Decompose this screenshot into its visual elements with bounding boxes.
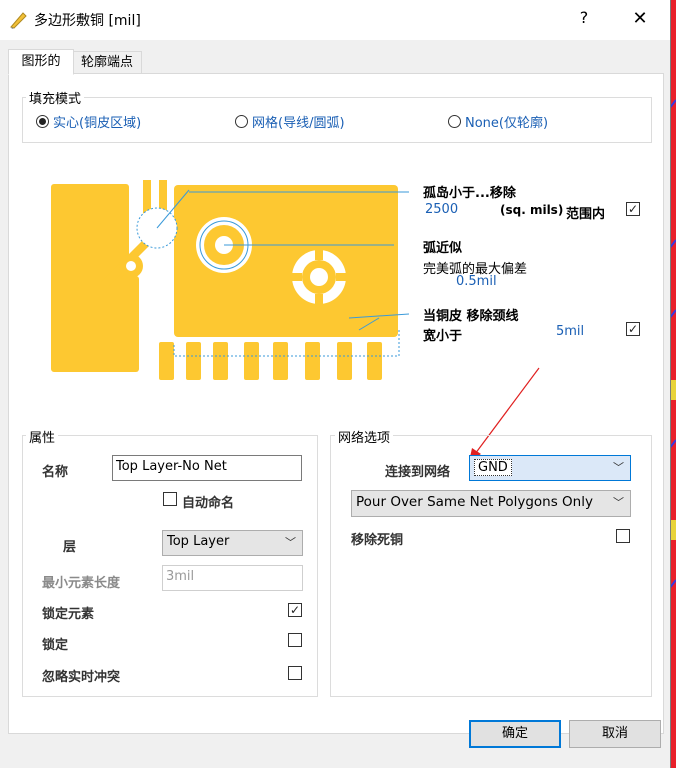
fill-mode-label: 填充模式 [26,88,85,107]
title-bar: 多边形敷铜 [mil] ? ✕ [0,0,670,40]
island-remove-checkbox[interactable]: ✓ [626,202,640,216]
radio-indicator [448,115,461,128]
fill-mode-none-radio[interactable]: None(仅轮廓) [448,112,548,131]
window-title: 多边形敷铜 [mil] [34,13,141,29]
polygon-pour-icon [10,12,27,29]
polygon-pour-dialog: 多边形敷铜 [mil] ? ✕ 图形的 轮廓端点 填充模式 实心(铜皮区域) 网… [0,0,670,768]
fill-mode-hatched-label: 网格(导线/圆弧) [252,116,345,131]
neck-width-label: 宽小于 [423,329,463,344]
neck-remove-checkbox[interactable]: ✓ [626,322,640,336]
tab-outline-vertices[interactable]: 轮廓端点 [72,51,142,75]
neck-width-value[interactable]: 5mil [556,324,584,339]
auto-name-label: 自动命名 [182,496,235,511]
chevron-down-icon: ﹀ [613,496,624,509]
chevron-down-icon: ﹀ [613,461,624,474]
properties-label: 属性 [26,427,59,446]
remove-dead-copper-label: 移除死铜 [351,533,404,548]
arc-approx-value[interactable]: 0.5mil [456,274,497,289]
ok-button[interactable]: 确定 [469,720,561,748]
fill-mode-none-label: None(仅轮廓) [465,116,549,131]
remove-dead-copper-checkbox[interactable] [616,529,630,543]
min-length-input[interactable]: 3mil [162,565,303,591]
island-area-unit: (sq. mils) [500,203,564,217]
tab-graphical[interactable]: 图形的 [8,49,74,75]
lock-primitives-checkbox[interactable]: ✓ [288,603,302,617]
connect-to-net-select[interactable]: GND ﹀ [469,455,631,481]
connect-to-net-value: GND [474,459,512,476]
help-button[interactable]: ? [574,8,594,30]
min-length-label: 最小元素长度 [42,576,121,591]
pour-over-select[interactable]: Pour Over Same Net Polygons Only ﹀ [351,490,631,517]
radio-indicator [235,115,248,128]
fill-mode-solid-label: 实心(铜皮区域) [53,116,142,131]
chevron-down-icon: ﹀ [285,536,296,549]
island-area-value[interactable]: 2500 [425,202,458,217]
island-label: 孤岛小于...移除 [423,186,516,201]
annotation-leaders [189,191,409,319]
locked-checkbox[interactable] [288,633,302,647]
dialog-client: 图形的 轮廓端点 填充模式 实心(铜皮区域) 网格(导线/圆弧) None(仅轮… [0,40,670,768]
cancel-button[interactable]: 取消 [569,720,661,748]
auto-name-checkbox[interactable] [163,492,177,506]
layer-select[interactable]: Top Layer ﹀ [162,530,303,556]
layer-label: 层 [63,540,77,555]
fill-mode-solid-radio[interactable]: 实心(铜皮区域) [36,112,141,131]
neck-label: 当铜皮 移除颈线 [423,309,519,324]
ignore-violations-checkbox[interactable] [288,666,302,680]
close-button[interactable]: ✕ [626,8,654,30]
ignore-violations-label: 忽略实时冲突 [42,670,121,685]
radio-indicator [36,115,49,128]
connect-to-net-label: 连接到网络 [385,465,451,480]
island-suffix: 范围内 [566,207,606,222]
arc-approx-label: 弧近似 [423,241,463,256]
name-input[interactable]: Top Layer-No Net [112,455,302,481]
locked-label: 锁定 [42,638,69,653]
pour-over-value: Pour Over Same Net Polygons Only [356,494,593,510]
tab-panel-graphical: 填充模式 实心(铜皮区域) 网格(导线/圆弧) None(仅轮廓) 孤岛小于..… [8,73,664,734]
net-options-label: 网络选项 [335,427,394,446]
lock-primitives-label: 锁定元素 [42,607,95,622]
name-label: 名称 [42,465,69,480]
layer-select-value: Top Layer [167,534,230,549]
fill-mode-hatched-radio[interactable]: 网格(导线/圆弧) [235,112,345,131]
